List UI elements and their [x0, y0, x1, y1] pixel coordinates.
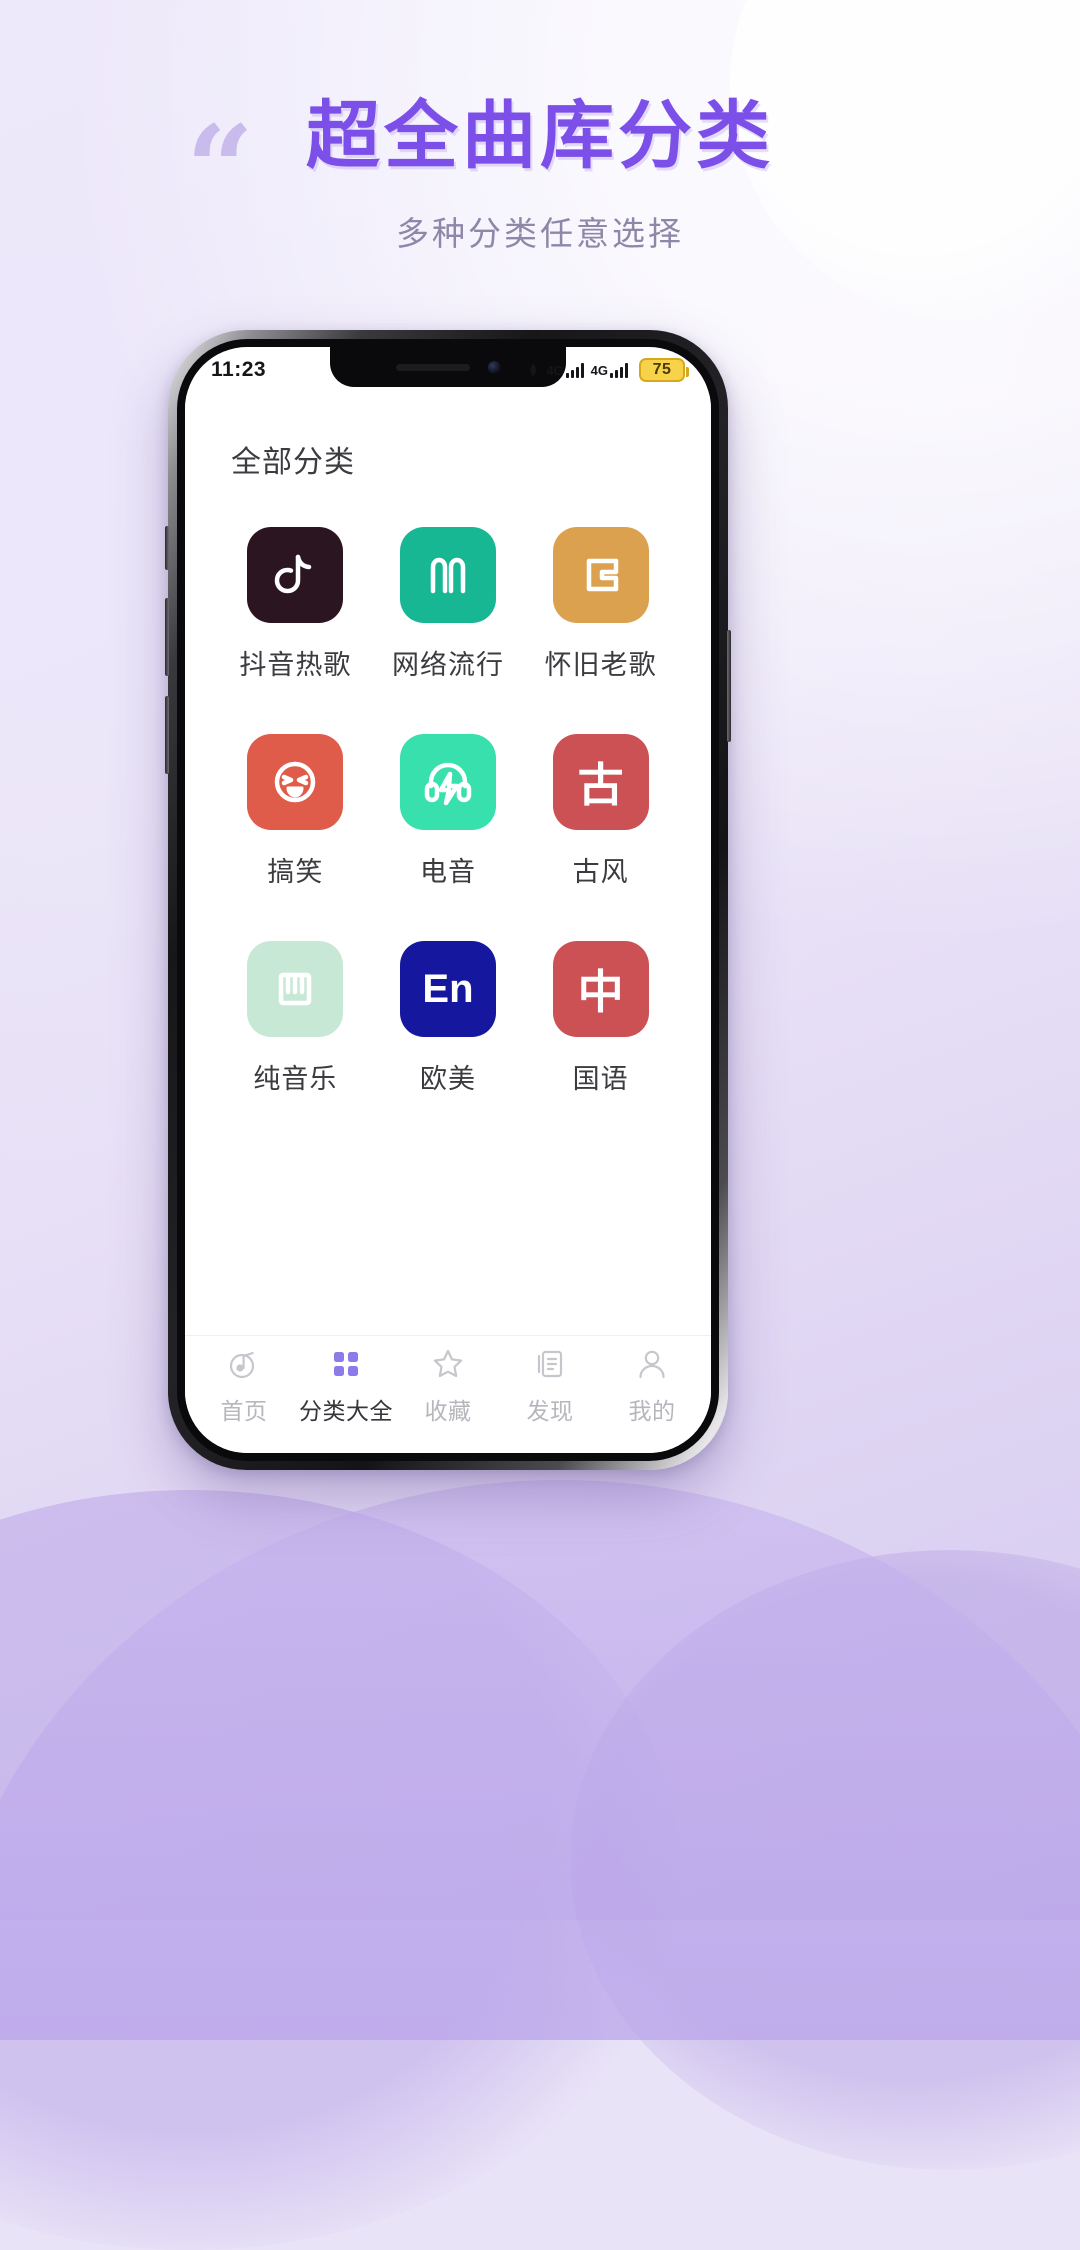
category-label: 电音	[419, 857, 476, 887]
category-label: 怀旧老歌	[544, 650, 657, 680]
category-item[interactable]: 中国语	[524, 941, 677, 1096]
phone-volume-up-button[interactable]	[165, 598, 169, 676]
category-item[interactable]: 搞笑	[219, 734, 372, 889]
star-icon[interactable]	[429, 1345, 467, 1383]
category-grid: 抖音热歌 网络流行 怀旧老歌搞笑 电音 古古风纯音乐 En 欧美 中国语	[185, 481, 711, 1096]
tiktok-note-icon[interactable]	[247, 527, 344, 623]
nav-item-首页[interactable]: 首页	[193, 1345, 295, 1426]
laughing-face-icon[interactable]	[247, 734, 344, 830]
promo-title: 超全曲库分类	[306, 93, 774, 179]
category-glyph: 中	[577, 966, 624, 1018]
letters-en-icon[interactable]: En	[399, 941, 496, 1037]
data-transfer-arrows-icon: ▲ ▼	[527, 359, 540, 380]
letter-m-icon[interactable]	[399, 527, 496, 623]
signal-sim2-icon: 4G	[590, 362, 628, 378]
category-label: 网络流行	[391, 650, 504, 680]
category-label: 古风	[572, 857, 629, 887]
category-item[interactable]: En 欧美	[372, 941, 525, 1096]
phone-mockup: 11:23 ▲ ▼ 4G 4G 75 全部分类 抖音热歌 网络流行 怀旧老歌 搞…	[165, 330, 731, 1470]
nav-item-label: 收藏	[424, 1398, 472, 1424]
status-indicators: ▲ ▼ 4G 4G 75	[527, 358, 689, 382]
letter-c-icon[interactable]	[552, 527, 649, 623]
person-icon[interactable]	[633, 1345, 671, 1383]
category-glyph: 古	[577, 759, 624, 811]
promo-subtitle: 多种分类任意选择	[396, 215, 684, 253]
category-item[interactable]: 抖音热歌	[219, 527, 372, 682]
hanzi-gu-icon[interactable]: 古	[552, 734, 649, 830]
signal-sim1-icon: 4G	[546, 362, 584, 378]
category-item[interactable]: 纯音乐	[219, 941, 372, 1096]
category-item[interactable]: 网络流行	[372, 527, 525, 682]
signal-sim1-bars	[565, 362, 584, 378]
nav-item-label: 分类大全	[299, 1398, 393, 1424]
category-item[interactable]: 电音	[372, 734, 525, 889]
category-label: 抖音热歌	[239, 650, 352, 680]
promo-header: “ 超全曲库分类 多种分类任意选择	[0, 93, 1080, 255]
signal-sim1-label: 4G	[546, 362, 564, 378]
headphones-bolt-icon[interactable]	[399, 734, 496, 830]
nav-item-我的[interactable]: 我的	[601, 1345, 703, 1426]
category-label: 纯音乐	[253, 1064, 338, 1094]
quote-mark-icon: “	[186, 99, 254, 238]
category-item[interactable]: 怀旧老歌	[524, 527, 677, 682]
battery-level-label: 75	[652, 361, 672, 378]
app-content: 全部分类 抖音热歌 网络流行 怀旧老歌搞笑 电音 古古风纯音乐 En 欧美 中国语 首页 分类大…	[185, 393, 711, 1453]
phone-mute-switch[interactable]	[165, 526, 169, 570]
status-time: 11:23	[211, 358, 267, 381]
phone-screen: 11:23 ▲ ▼ 4G 4G 75 全部分类 抖音热歌 网络流行 怀旧老歌 搞…	[185, 347, 711, 1453]
bottom-navigation-bar: 首页 分类大全 收藏 发现 我的	[185, 1335, 711, 1453]
category-label: 国语	[572, 1064, 629, 1094]
category-glyph: En	[422, 966, 474, 1011]
grid-icon[interactable]	[327, 1345, 365, 1383]
phone-power-button[interactable]	[727, 630, 731, 742]
document-icon[interactable]	[531, 1345, 569, 1383]
nav-item-发现[interactable]: 发现	[499, 1345, 601, 1426]
phone-volume-down-button[interactable]	[165, 696, 169, 774]
battery-icon: 75	[639, 358, 689, 382]
category-label: 欧美	[419, 1064, 476, 1094]
hanzi-zhong-icon[interactable]: 中	[552, 941, 649, 1037]
piano-keys-icon[interactable]	[247, 941, 344, 1037]
nav-item-收藏[interactable]: 收藏	[397, 1345, 499, 1426]
nav-item-label: 发现	[526, 1398, 574, 1424]
category-item[interactable]: 古古风	[524, 734, 677, 889]
category-label: 搞笑	[267, 857, 324, 887]
nav-item-label: 我的	[628, 1398, 676, 1424]
page-title: 全部分类	[231, 446, 355, 479]
nav-item-label: 首页	[220, 1398, 268, 1424]
signal-sim2-label: 4G	[590, 362, 608, 378]
music-note-icon[interactable]	[225, 1345, 263, 1383]
nav-item-分类大全[interactable]: 分类大全	[295, 1345, 397, 1426]
signal-sim2-bars	[610, 362, 628, 378]
status-bar: 11:23 ▲ ▼ 4G 4G 75	[185, 347, 711, 393]
